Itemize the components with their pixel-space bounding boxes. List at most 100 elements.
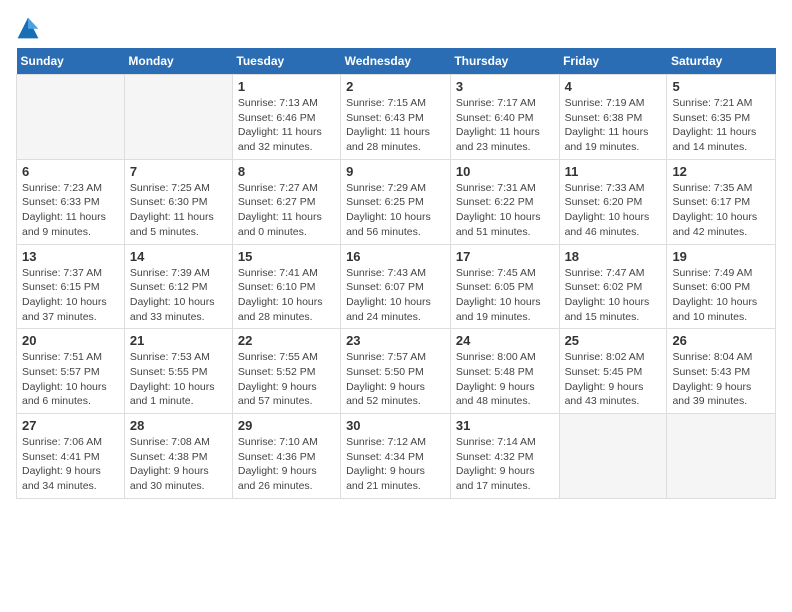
day-number: 28 xyxy=(130,418,227,433)
calendar-cell: 25 Sunrise: 8:02 AM Sunset: 5:45 PM Dayli… xyxy=(559,329,667,414)
cell-content: Sunrise: 7:13 AM Sunset: 6:46 PM Dayligh… xyxy=(238,96,335,155)
day-number: 3 xyxy=(456,79,554,94)
calendar-cell xyxy=(559,414,667,499)
cell-content: Sunrise: 7:25 AM Sunset: 6:30 PM Dayligh… xyxy=(130,181,227,240)
day-number: 19 xyxy=(672,249,770,264)
day-number: 1 xyxy=(238,79,335,94)
cell-content: Sunrise: 7:10 AM Sunset: 4:36 PM Dayligh… xyxy=(238,435,335,494)
day-header-friday: Friday xyxy=(559,48,667,75)
calendar-cell: 22 Sunrise: 7:55 AM Sunset: 5:52 PM Dayli… xyxy=(232,329,340,414)
day-header-wednesday: Wednesday xyxy=(341,48,451,75)
calendar-cell: 4Sunrise: 7:19 AM Sunset: 6:38 PM Daylig… xyxy=(559,75,667,160)
calendar-cell: 14 Sunrise: 7:39 AM Sunset: 6:12 PM Dayli… xyxy=(124,244,232,329)
week-row-1: 1 Sunrise: 7:13 AM Sunset: 6:46 PM Daylig… xyxy=(17,75,776,160)
cell-content: Sunrise: 7:57 AM Sunset: 5:50 PM Dayligh… xyxy=(346,350,445,409)
day-number: 6 xyxy=(22,164,119,179)
calendar-cell: 21 Sunrise: 7:53 AM Sunset: 5:55 PM Dayli… xyxy=(124,329,232,414)
calendar-cell: 28 Sunrise: 7:08 AM Sunset: 4:38 PM Dayli… xyxy=(124,414,232,499)
calendar-cell: 1 Sunrise: 7:13 AM Sunset: 6:46 PM Daylig… xyxy=(232,75,340,160)
logo xyxy=(16,16,44,40)
calendar-cell: 24 Sunrise: 8:00 AM Sunset: 5:48 PM Dayli… xyxy=(450,329,559,414)
calendar-cell: 30Sunrise: 7:12 AM Sunset: 4:34 PM Dayli… xyxy=(341,414,451,499)
cell-content: Sunrise: 8:02 AM Sunset: 5:45 PM Dayligh… xyxy=(565,350,662,409)
calendar-table: SundayMondayTuesdayWednesdayThursdayFrid… xyxy=(16,48,776,499)
day-number: 13 xyxy=(22,249,119,264)
cell-content: Sunrise: 7:39 AM Sunset: 6:12 PM Dayligh… xyxy=(130,266,227,325)
calendar-cell: 13Sunrise: 7:37 AM Sunset: 6:15 PM Dayli… xyxy=(17,244,125,329)
day-header-row: SundayMondayTuesdayWednesdayThursdayFrid… xyxy=(17,48,776,75)
day-number: 7 xyxy=(130,164,227,179)
calendar-cell: 3 Sunrise: 7:17 AM Sunset: 6:40 PM Daylig… xyxy=(450,75,559,160)
day-number: 2 xyxy=(346,79,445,94)
cell-content: Sunrise: 7:08 AM Sunset: 4:38 PM Dayligh… xyxy=(130,435,227,494)
calendar-cell: 9 Sunrise: 7:29 AM Sunset: 6:25 PM Daylig… xyxy=(341,159,451,244)
day-number: 14 xyxy=(130,249,227,264)
calendar-cell: 18 Sunrise: 7:47 AM Sunset: 6:02 PM Dayli… xyxy=(559,244,667,329)
cell-content: Sunrise: 7:35 AM Sunset: 6:17 PM Dayligh… xyxy=(672,181,770,240)
day-number: 27 xyxy=(22,418,119,433)
calendar-cell: 10Sunrise: 7:31 AM Sunset: 6:22 PM Dayli… xyxy=(450,159,559,244)
calendar-cell: 5 Sunrise: 7:21 AM Sunset: 6:35 PM Daylig… xyxy=(667,75,776,160)
day-number: 9 xyxy=(346,164,445,179)
day-number: 29 xyxy=(238,418,335,433)
day-header-tuesday: Tuesday xyxy=(232,48,340,75)
day-header-monday: Monday xyxy=(124,48,232,75)
calendar-cell: 31Sunrise: 7:14 AM Sunset: 4:32 PM Dayli… xyxy=(450,414,559,499)
logo-icon xyxy=(16,16,40,40)
week-row-3: 13Sunrise: 7:37 AM Sunset: 6:15 PM Dayli… xyxy=(17,244,776,329)
day-number: 22 xyxy=(238,333,335,348)
calendar-cell: 6 Sunrise: 7:23 AM Sunset: 6:33 PM Daylig… xyxy=(17,159,125,244)
cell-content: Sunrise: 7:17 AM Sunset: 6:40 PM Dayligh… xyxy=(456,96,554,155)
cell-content: Sunrise: 8:04 AM Sunset: 5:43 PM Dayligh… xyxy=(672,350,770,409)
cell-content: Sunrise: 7:29 AM Sunset: 6:25 PM Dayligh… xyxy=(346,181,445,240)
cell-content: Sunrise: 7:21 AM Sunset: 6:35 PM Dayligh… xyxy=(672,96,770,155)
day-number: 24 xyxy=(456,333,554,348)
cell-content: Sunrise: 7:55 AM Sunset: 5:52 PM Dayligh… xyxy=(238,350,335,409)
day-number: 26 xyxy=(672,333,770,348)
calendar-cell: 17Sunrise: 7:45 AM Sunset: 6:05 PM Dayli… xyxy=(450,244,559,329)
cell-content: Sunrise: 7:43 AM Sunset: 6:07 PM Dayligh… xyxy=(346,266,445,325)
calendar-cell: 8Sunrise: 7:27 AM Sunset: 6:27 PM Daylig… xyxy=(232,159,340,244)
calendar-cell xyxy=(17,75,125,160)
week-row-4: 20 Sunrise: 7:51 AM Sunset: 5:57 PM Dayli… xyxy=(17,329,776,414)
calendar-cell: 12 Sunrise: 7:35 AM Sunset: 6:17 PM Dayli… xyxy=(667,159,776,244)
cell-content: Sunrise: 7:19 AM Sunset: 6:38 PM Dayligh… xyxy=(565,96,662,155)
calendar-cell: 27 Sunrise: 7:06 AM Sunset: 4:41 PM Dayli… xyxy=(17,414,125,499)
calendar-cell: 19 Sunrise: 7:49 AM Sunset: 6:00 PM Dayli… xyxy=(667,244,776,329)
day-number: 16 xyxy=(346,249,445,264)
day-number: 5 xyxy=(672,79,770,94)
week-row-2: 6 Sunrise: 7:23 AM Sunset: 6:33 PM Daylig… xyxy=(17,159,776,244)
day-number: 21 xyxy=(130,333,227,348)
cell-content: Sunrise: 7:23 AM Sunset: 6:33 PM Dayligh… xyxy=(22,181,119,240)
day-number: 20 xyxy=(22,333,119,348)
day-header-saturday: Saturday xyxy=(667,48,776,75)
cell-content: Sunrise: 7:47 AM Sunset: 6:02 PM Dayligh… xyxy=(565,266,662,325)
day-number: 31 xyxy=(456,418,554,433)
cell-content: Sunrise: 7:12 AM Sunset: 4:34 PM Dayligh… xyxy=(346,435,445,494)
calendar-cell: 2 Sunrise: 7:15 AM Sunset: 6:43 PM Daylig… xyxy=(341,75,451,160)
calendar-cell: 16 Sunrise: 7:43 AM Sunset: 6:07 PM Dayli… xyxy=(341,244,451,329)
calendar-cell: 23 Sunrise: 7:57 AM Sunset: 5:50 PM Dayli… xyxy=(341,329,451,414)
day-number: 23 xyxy=(346,333,445,348)
cell-content: Sunrise: 7:51 AM Sunset: 5:57 PM Dayligh… xyxy=(22,350,119,409)
cell-content: Sunrise: 8:00 AM Sunset: 5:48 PM Dayligh… xyxy=(456,350,554,409)
calendar-cell: 11Sunrise: 7:33 AM Sunset: 6:20 PM Dayli… xyxy=(559,159,667,244)
calendar-cell xyxy=(124,75,232,160)
page-header xyxy=(16,16,776,40)
day-number: 17 xyxy=(456,249,554,264)
calendar-cell: 29 Sunrise: 7:10 AM Sunset: 4:36 PM Dayli… xyxy=(232,414,340,499)
cell-content: Sunrise: 7:15 AM Sunset: 6:43 PM Dayligh… xyxy=(346,96,445,155)
calendar-cell xyxy=(667,414,776,499)
day-header-thursday: Thursday xyxy=(450,48,559,75)
cell-content: Sunrise: 7:53 AM Sunset: 5:55 PM Dayligh… xyxy=(130,350,227,409)
day-number: 15 xyxy=(238,249,335,264)
cell-content: Sunrise: 7:06 AM Sunset: 4:41 PM Dayligh… xyxy=(22,435,119,494)
day-number: 25 xyxy=(565,333,662,348)
calendar-cell: 7 Sunrise: 7:25 AM Sunset: 6:30 PM Daylig… xyxy=(124,159,232,244)
day-number: 8 xyxy=(238,164,335,179)
cell-content: Sunrise: 7:49 AM Sunset: 6:00 PM Dayligh… xyxy=(672,266,770,325)
day-number: 18 xyxy=(565,249,662,264)
day-number: 12 xyxy=(672,164,770,179)
day-number: 11 xyxy=(565,164,662,179)
calendar-cell: 15Sunrise: 7:41 AM Sunset: 6:10 PM Dayli… xyxy=(232,244,340,329)
